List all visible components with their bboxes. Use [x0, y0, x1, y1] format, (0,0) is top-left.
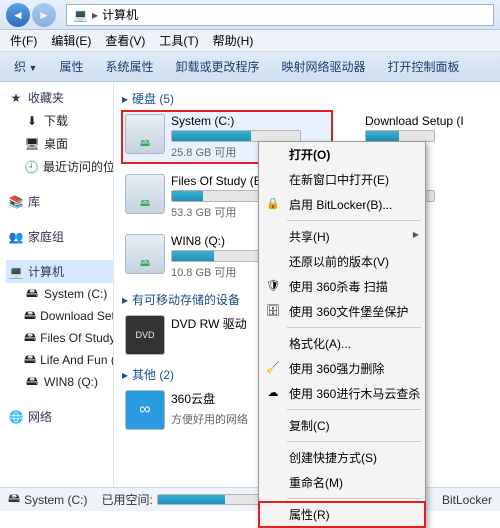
network-icon: 🌐	[8, 409, 24, 425]
recent-icon: 🕘	[24, 159, 39, 175]
sidebar-libraries[interactable]: 📚库	[6, 190, 113, 213]
sidebar-item-drive-i[interactable]: 🖴Download Setup (I	[6, 305, 113, 327]
sidebar-item-drive-e[interactable]: 🖴Files Of Study (E:)	[6, 327, 113, 349]
breadcrumb-label: 计算机	[102, 6, 138, 23]
cloud-scan-icon: ☁	[265, 384, 281, 400]
toolbar-controlpanel[interactable]: 打开控制面板	[380, 55, 468, 78]
breadcrumb-sep: ▸	[92, 8, 98, 22]
cm-bitlocker[interactable]: 🔒启用 BitLocker(B)...	[259, 192, 425, 217]
drive-icon: 🖴	[24, 308, 36, 324]
sidebar: ★收藏夹 ⬇下载 🖥桌面 🕘最近访问的位置 📚库 👥家庭组 💻计算机 🖴Syst…	[0, 82, 114, 487]
drive-icon: 🖴	[24, 352, 36, 368]
nav-back-button[interactable]: ◄	[6, 3, 30, 27]
section-drives[interactable]: ▸ 硬盘 (5)	[122, 88, 492, 111]
toolbar-mapdrive[interactable]: 映射网络驱动器	[273, 55, 373, 78]
sidebar-homegroup[interactable]: 👥家庭组	[6, 225, 113, 248]
address-bar[interactable]: 💻 ▸ 计算机	[66, 4, 494, 26]
menubar: 件(F) 编辑(E) 查看(V) 工具(T) 帮助(H)	[0, 30, 500, 52]
desktop-icon: 🖥	[24, 136, 40, 152]
capacity-bar	[171, 250, 261, 262]
cm-separator	[287, 220, 421, 221]
download-icon: ⬇	[24, 113, 40, 129]
drive-icon: 🖴	[24, 286, 40, 302]
homegroup-icon: 👥	[8, 229, 24, 245]
sidebar-item-drive-q[interactable]: 🖴WIN8 (Q:)	[6, 371, 113, 393]
toolbar-sysprops[interactable]: 系统属性	[97, 55, 161, 78]
status-used-label: 已用空间:	[101, 491, 152, 508]
cm-separator	[287, 409, 421, 410]
context-menu: 打开(O) 在新窗口中打开(E) 🔒启用 BitLocker(B)... 共享(…	[258, 141, 426, 528]
menu-file[interactable]: 件(F)	[4, 30, 43, 51]
drive-icon: 🖴	[125, 174, 165, 214]
cm-360-scan[interactable]: 🛡使用 360杀毒 扫描	[259, 274, 425, 299]
dvd-icon: DVD	[125, 315, 165, 355]
cm-separator	[287, 327, 421, 328]
sidebar-item-desktop[interactable]: 🖥桌面	[6, 132, 113, 155]
computer-icon: 💻	[8, 264, 24, 280]
status-drive: System (C:)	[24, 493, 87, 507]
toolbar: 织 属性 系统属性 卸载或更改程序 映射网络驱动器 打开控制面板	[0, 52, 500, 82]
cm-properties[interactable]: 属性(R)	[259, 502, 425, 527]
cm-360-trojanscan[interactable]: ☁使用 360进行木马云查杀	[259, 381, 425, 406]
star-icon: ★	[8, 90, 24, 106]
cloud-icon: ∞	[125, 390, 165, 430]
cm-rename[interactable]: 重命名(M)	[259, 470, 425, 495]
computer-icon: 💻	[73, 8, 88, 22]
cm-create-shortcut[interactable]: 创建快捷方式(S)	[259, 445, 425, 470]
toolbar-organize[interactable]: 织	[6, 55, 45, 78]
nav-forward-button[interactable]: ►	[32, 3, 56, 27]
menu-view[interactable]: 查看(V)	[99, 30, 151, 51]
status-capacity-bar	[157, 494, 267, 505]
delete-icon: 🧹	[265, 359, 281, 375]
cm-360-vault[interactable]: 🗄使用 360文件堡垒保护	[259, 299, 425, 324]
sidebar-item-drive-c[interactable]: 🖴System (C:)	[6, 283, 113, 305]
sidebar-item-recent[interactable]: 🕘最近访问的位置	[6, 155, 113, 178]
status-bitlocker: BitLocker	[442, 493, 492, 507]
cm-copy[interactable]: 复制(C)	[259, 413, 425, 438]
sidebar-computer[interactable]: 💻计算机	[6, 260, 113, 283]
drive-name: Download Setup (I	[365, 114, 469, 130]
menu-help[interactable]: 帮助(H)	[207, 30, 260, 51]
cm-restore-versions[interactable]: 还原以前的版本(V)	[259, 249, 425, 274]
shield-icon: 🛡	[265, 277, 281, 293]
cm-separator	[287, 498, 421, 499]
sidebar-item-drive-f[interactable]: 🖴Life And Fun (F:)	[6, 349, 113, 371]
cm-separator	[287, 441, 421, 442]
drive-name: System (C:)	[171, 114, 329, 130]
cm-360-forcedelete[interactable]: 🧹使用 360强力删除	[259, 356, 425, 381]
library-icon: 📚	[8, 194, 24, 210]
toolbar-uninstall[interactable]: 卸载或更改程序	[167, 55, 267, 78]
sidebar-item-download[interactable]: ⬇下载	[6, 109, 113, 132]
sidebar-network[interactable]: 🌐网络	[6, 405, 113, 428]
toolbar-properties[interactable]: 属性	[51, 55, 91, 78]
cm-format[interactable]: 格式化(A)...	[259, 331, 425, 356]
cm-share[interactable]: 共享(H)	[259, 224, 425, 249]
drive-icon: 🖴	[125, 114, 165, 154]
cm-open-new-window[interactable]: 在新窗口中打开(E)	[259, 167, 425, 192]
sidebar-favorites[interactable]: ★收藏夹	[6, 86, 113, 109]
drive-icon: 🖴	[24, 330, 36, 346]
bitlocker-icon: 🔒	[265, 195, 281, 211]
menu-tools[interactable]: 工具(T)	[153, 30, 204, 51]
cm-open[interactable]: 打开(O)	[259, 142, 425, 167]
lock-icon: 🗄	[265, 302, 281, 318]
drive-icon: 🖴	[8, 489, 20, 510]
capacity-bar	[171, 190, 261, 202]
drive-icon: 🖴	[24, 374, 40, 390]
titlebar: ◄ ► 💻 ▸ 计算机	[0, 0, 500, 30]
drive-icon: 🖴	[125, 234, 165, 274]
menu-edit[interactable]: 编辑(E)	[45, 30, 97, 51]
